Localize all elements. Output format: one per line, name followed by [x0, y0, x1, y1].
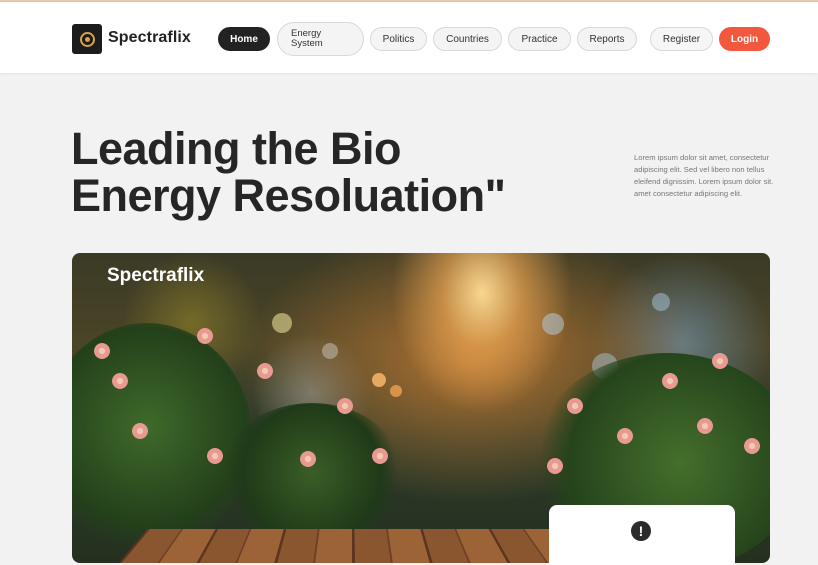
nav-countries[interactable]: Countries: [433, 27, 502, 51]
flower: [197, 328, 213, 344]
hero-title-line-1: Leading the Bio: [71, 123, 402, 174]
nav-energy-system[interactable]: Energy System: [277, 22, 364, 56]
nav-home[interactable]: Home: [218, 27, 270, 51]
flower: [697, 418, 713, 434]
flower: [744, 438, 760, 454]
flower: [112, 373, 128, 389]
flower: [300, 451, 316, 467]
brand-name[interactable]: Spectraflix: [108, 29, 191, 47]
flower: [372, 448, 388, 464]
flower: [567, 398, 583, 414]
flower: [207, 448, 223, 464]
flower: [712, 353, 728, 369]
bokeh-light: [322, 343, 338, 359]
bokeh-light: [390, 385, 402, 397]
bokeh-light: [652, 293, 670, 311]
flower: [94, 343, 110, 359]
bokeh-light: [542, 313, 564, 335]
flower: [617, 428, 633, 444]
hero-description: Lorem ipsum dolor sit amet, consectetur …: [634, 153, 774, 199]
bokeh-light: [372, 373, 386, 387]
wooden-table: [112, 529, 592, 563]
register-button[interactable]: Register: [650, 27, 713, 51]
flower: [662, 373, 678, 389]
flower: [547, 458, 563, 474]
bokeh-light: [272, 313, 292, 333]
hero-title-line-2: Energy Resoluation": [71, 170, 506, 221]
login-button[interactable]: Login: [719, 27, 770, 51]
alert-icon[interactable]: !: [631, 521, 651, 541]
center-flower-bush: [222, 403, 402, 543]
hero-title: Leading the Bio Energy Resoluation": [71, 123, 506, 221]
flower: [337, 398, 353, 414]
flower: [257, 363, 273, 379]
nav-reports[interactable]: Reports: [577, 27, 637, 51]
banner-brand-label: Spectraflix: [107, 265, 205, 286]
info-card[interactable]: !: [549, 505, 735, 565]
nav-practice[interactable]: Practice: [508, 27, 571, 51]
site-header: Spectraflix Home Energy System Politics …: [0, 2, 818, 73]
nav-politics[interactable]: Politics: [370, 27, 427, 51]
spectraflix-logo-icon[interactable]: [72, 24, 102, 54]
flower: [132, 423, 148, 439]
